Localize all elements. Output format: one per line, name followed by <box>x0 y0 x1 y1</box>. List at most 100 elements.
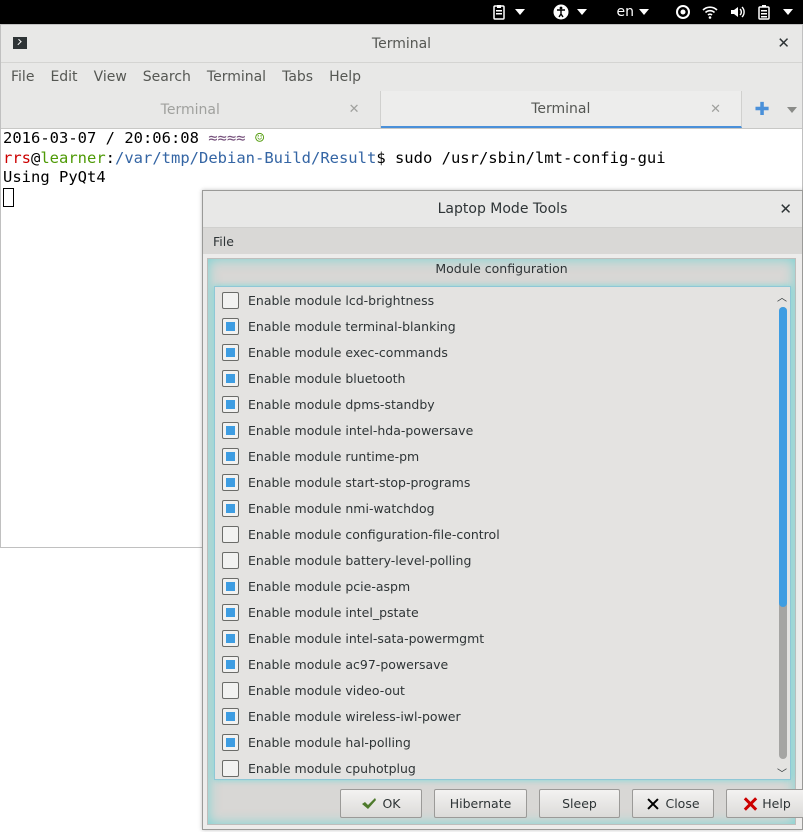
menu-search[interactable]: Search <box>135 69 199 85</box>
module-checkbox[interactable] <box>222 577 239 595</box>
menu-tabs[interactable]: Tabs <box>274 69 321 85</box>
module-checkbox[interactable] <box>222 369 239 387</box>
module-row[interactable]: Enable module runtime-pm <box>215 443 790 469</box>
module-row[interactable]: Enable module configuration-file-control <box>215 521 790 547</box>
keyboard-layout-menu[interactable]: en <box>611 0 656 24</box>
system-menu[interactable] <box>669 0 803 24</box>
hibernate-button-label: Hibernate <box>449 796 512 811</box>
module-checkbox[interactable] <box>222 291 239 309</box>
module-checkbox[interactable] <box>222 395 239 413</box>
command-text: $ sudo /usr/sbin/lmt-config-gui <box>376 148 666 167</box>
terminal-line: Using PyQt4 <box>3 168 106 186</box>
module-row[interactable]: Enable module video-out <box>215 677 790 703</box>
module-checkbox[interactable] <box>222 525 239 543</box>
module-checkbox[interactable] <box>222 447 239 465</box>
menu-help[interactable]: Help <box>321 69 369 85</box>
help-button[interactable]: Help <box>726 789 803 818</box>
module-checkbox[interactable] <box>222 681 239 699</box>
new-tab-button[interactable]: ✚ <box>742 91 782 128</box>
module-label: Enable module start-stop-programs <box>248 474 471 490</box>
chevron-up-icon[interactable]: ︿ <box>776 289 788 304</box>
module-row[interactable]: Enable module start-stop-programs <box>215 469 790 495</box>
module-row[interactable]: Enable module terminal-blanking <box>215 313 790 339</box>
module-checkbox[interactable] <box>222 343 239 361</box>
module-checkbox[interactable] <box>222 733 239 751</box>
prompt-path: /var/tmp/Debian-Build/Result <box>115 148 377 167</box>
module-row[interactable]: Enable module intel_pstate <box>215 599 790 625</box>
laptop-mode-tools-dialog: Laptop Mode Tools ✕ File Module configur… <box>202 190 803 830</box>
module-checkbox[interactable] <box>222 603 239 621</box>
module-checkbox[interactable] <box>222 473 239 491</box>
module-checkbox[interactable] <box>222 317 239 335</box>
terminal-titlebar[interactable]: Terminal ✕ <box>1 25 802 63</box>
menu-terminal[interactable]: Terminal <box>199 69 274 85</box>
group-title: Module configuration <box>435 261 568 276</box>
menu-edit[interactable]: Edit <box>42 69 85 85</box>
module-row[interactable]: Enable module dpms-standby <box>215 391 790 417</box>
close-button[interactable]: Close <box>632 789 714 818</box>
close-icon[interactable]: ✕ <box>777 34 790 52</box>
module-row[interactable]: Enable module battery-level-polling <box>215 547 790 573</box>
module-checkbox[interactable] <box>222 655 239 673</box>
module-row[interactable]: Enable module pcie-aspm <box>215 573 790 599</box>
module-checkbox[interactable] <box>222 629 239 647</box>
terminal-menubar: File Edit View Search Terminal Tabs Help <box>1 63 802 91</box>
ok-icon <box>362 797 377 809</box>
smiley-icon: ☺ <box>254 129 265 147</box>
module-label: Enable module terminal-blanking <box>248 318 456 334</box>
scrollbar-thumb[interactable] <box>779 307 787 607</box>
tab-list-button[interactable] <box>782 91 802 128</box>
module-label: Enable module intel-sata-powermgmt <box>248 630 485 646</box>
module-row[interactable]: Enable module hal-polling <box>215 729 790 755</box>
prompt-at: @ <box>31 148 41 167</box>
module-row[interactable]: Enable module ac97-powersave <box>215 651 790 677</box>
module-checkbox[interactable] <box>222 759 239 777</box>
module-checkbox[interactable] <box>222 551 239 569</box>
tab-label: Terminal <box>531 100 591 117</box>
close-icon[interactable]: ✕ <box>710 102 721 117</box>
close-icon[interactable]: ✕ <box>779 200 792 218</box>
module-label: Enable module ac97-powersave <box>248 656 449 672</box>
sleep-button[interactable]: Sleep <box>539 789 620 818</box>
help-button-label: Help <box>762 796 791 811</box>
terminal-title: Terminal <box>371 35 432 52</box>
module-row[interactable]: Enable module intel-hda-powersave <box>215 417 790 443</box>
ok-button[interactable]: OK <box>340 789 422 818</box>
button-bar: OK Hibernate Sleep Close Help <box>340 789 803 818</box>
terminal-tabs: Terminal ✕ Terminal ✕ ✚ <box>1 91 802 129</box>
module-checkbox[interactable] <box>222 421 239 439</box>
dialog-titlebar[interactable]: Laptop Mode Tools ✕ <box>203 191 802 228</box>
module-row[interactable]: Enable module lcd-brightness <box>215 287 790 313</box>
keyboard-layout-label: en <box>616 4 635 20</box>
module-checkbox[interactable] <box>222 707 239 725</box>
chevron-down-icon <box>787 106 798 113</box>
module-row[interactable]: Enable module exec-commands <box>215 339 790 365</box>
close-icon[interactable]: ✕ <box>349 102 360 117</box>
module-row[interactable]: Enable module nmi-watchdog <box>215 495 790 521</box>
dialog-title: Laptop Mode Tools <box>437 201 568 217</box>
accessibility-icon <box>553 4 568 20</box>
module-label: Enable module dpms-standby <box>248 396 435 412</box>
menu-file[interactable]: File <box>3 69 42 85</box>
chevron-down-icon <box>783 9 793 15</box>
tab-terminal-2[interactable]: Terminal ✕ <box>380 91 743 128</box>
hibernate-button[interactable]: Hibernate <box>434 789 527 818</box>
tab-label: Terminal <box>160 101 220 118</box>
tab-terminal-1[interactable]: Terminal ✕ <box>1 91 381 128</box>
module-label: Enable module battery-level-polling <box>248 552 472 568</box>
plus-icon: ✚ <box>754 99 770 120</box>
clipboard-menu[interactable] <box>485 0 531 24</box>
scrollbar[interactable]: ︿ ﹀ <box>776 287 788 779</box>
timestamp-text: 2016-03-07 / 20:06:08 <box>3 129 209 147</box>
menu-view[interactable]: View <box>86 69 135 85</box>
module-row[interactable]: Enable module intel-sata-powermgmt <box>215 625 790 651</box>
module-row[interactable]: Enable module wireless-iwl-power <box>215 703 790 729</box>
module-row[interactable]: Enable module cpuhotplug <box>215 755 790 779</box>
module-row[interactable]: Enable module bluetooth <box>215 365 790 391</box>
menu-file[interactable]: File <box>213 234 234 249</box>
chevron-down-icon[interactable]: ﹀ <box>776 765 788 780</box>
terminal-line: rrs@learner:/var/tmp/Debian-Build/Result… <box>3 149 802 169</box>
accessibility-menu[interactable] <box>547 0 593 24</box>
ok-button-label: OK <box>382 796 401 811</box>
module-checkbox[interactable] <box>222 499 239 517</box>
